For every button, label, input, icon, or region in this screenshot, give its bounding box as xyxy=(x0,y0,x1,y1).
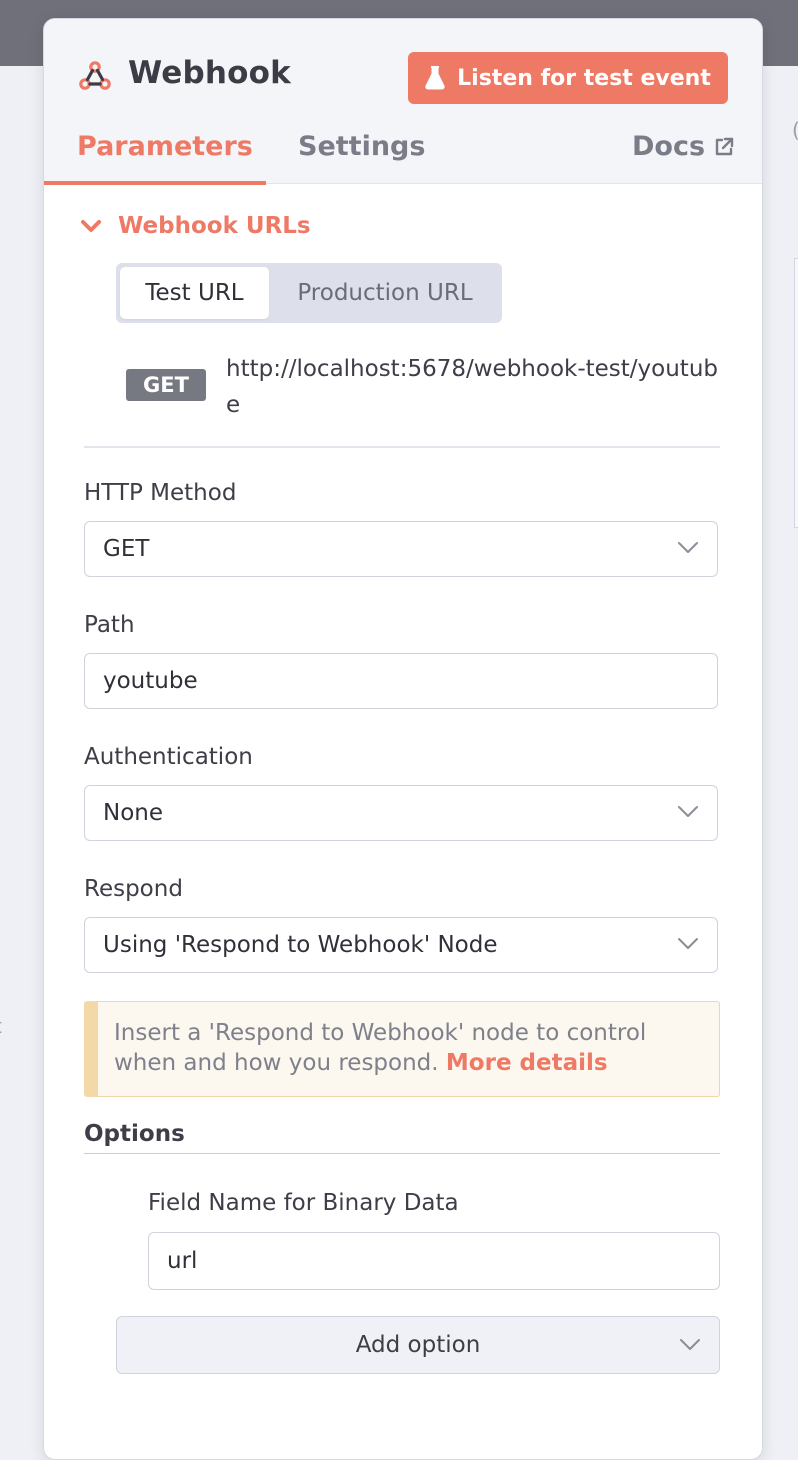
options-divider xyxy=(84,1153,720,1154)
flask-icon xyxy=(425,66,445,90)
http-method-value: GET xyxy=(103,536,150,562)
webhook-icon xyxy=(79,61,111,90)
respond-value: Using 'Respond to Webhook' Node xyxy=(103,932,498,958)
tab-parameters[interactable]: Parameters xyxy=(77,131,253,162)
background-glyph: t xyxy=(0,1014,2,1038)
test-url-tab[interactable]: Test URL xyxy=(120,267,269,319)
background-glyph: ( xyxy=(792,118,798,142)
respond-label: Respond xyxy=(84,876,183,902)
add-option-button[interactable]: Add option xyxy=(116,1316,720,1374)
webhook-url[interactable]: http://localhost:5678/webhook-test/youtu… xyxy=(226,351,722,423)
panel-header: Webhook Listen for test event Parameters… xyxy=(44,19,762,185)
url-type-switch: Test URL Production URL xyxy=(116,263,502,323)
http-method-badge: GET xyxy=(126,369,206,401)
production-url-tab[interactable]: Production URL xyxy=(271,267,499,319)
authentication-label: Authentication xyxy=(84,744,253,770)
http-method-select[interactable]: GET xyxy=(84,521,718,577)
options-heading: Options xyxy=(84,1121,185,1147)
http-method-label: HTTP Method xyxy=(84,480,237,506)
respond-notice: Insert a 'Respond to Webhook' node to co… xyxy=(84,1001,720,1097)
chevron-down-icon xyxy=(678,542,698,553)
more-details-link[interactable]: More details xyxy=(446,1050,608,1076)
binary-field-label: Field Name for Binary Data xyxy=(148,1190,459,1216)
node-details-panel: Webhook Listen for test event Parameters… xyxy=(43,18,763,1460)
section-divider xyxy=(84,446,720,448)
chevron-down-icon xyxy=(680,1339,700,1350)
chevron-down-icon xyxy=(81,220,101,232)
tab-docs[interactable]: Docs xyxy=(632,131,735,162)
binary-field-input[interactable]: url xyxy=(148,1232,720,1290)
webhook-urls-toggle[interactable]: Webhook URLs xyxy=(80,213,311,239)
chevron-down-icon xyxy=(678,806,698,817)
tab-docs-label: Docs xyxy=(632,131,706,162)
path-input[interactable]: youtube xyxy=(84,653,718,709)
listen-button-label: Listen for test event xyxy=(457,65,711,91)
listen-for-test-event-button[interactable]: Listen for test event xyxy=(408,52,728,104)
webhook-urls-label: Webhook URLs xyxy=(118,213,311,239)
background-panel-edge xyxy=(794,258,798,528)
authentication-value: None xyxy=(103,800,164,826)
node-title: Webhook xyxy=(128,55,291,91)
external-link-icon xyxy=(715,137,734,155)
tab-settings[interactable]: Settings xyxy=(298,131,425,162)
path-value: youtube xyxy=(103,668,198,694)
authentication-select[interactable]: None xyxy=(84,785,718,841)
respond-select[interactable]: Using 'Respond to Webhook' Node xyxy=(84,917,718,973)
binary-field-value: url xyxy=(167,1248,198,1274)
add-option-label: Add option xyxy=(355,1332,481,1358)
path-label: Path xyxy=(84,612,135,638)
active-tab-indicator xyxy=(44,181,266,185)
chevron-down-icon xyxy=(678,938,698,949)
